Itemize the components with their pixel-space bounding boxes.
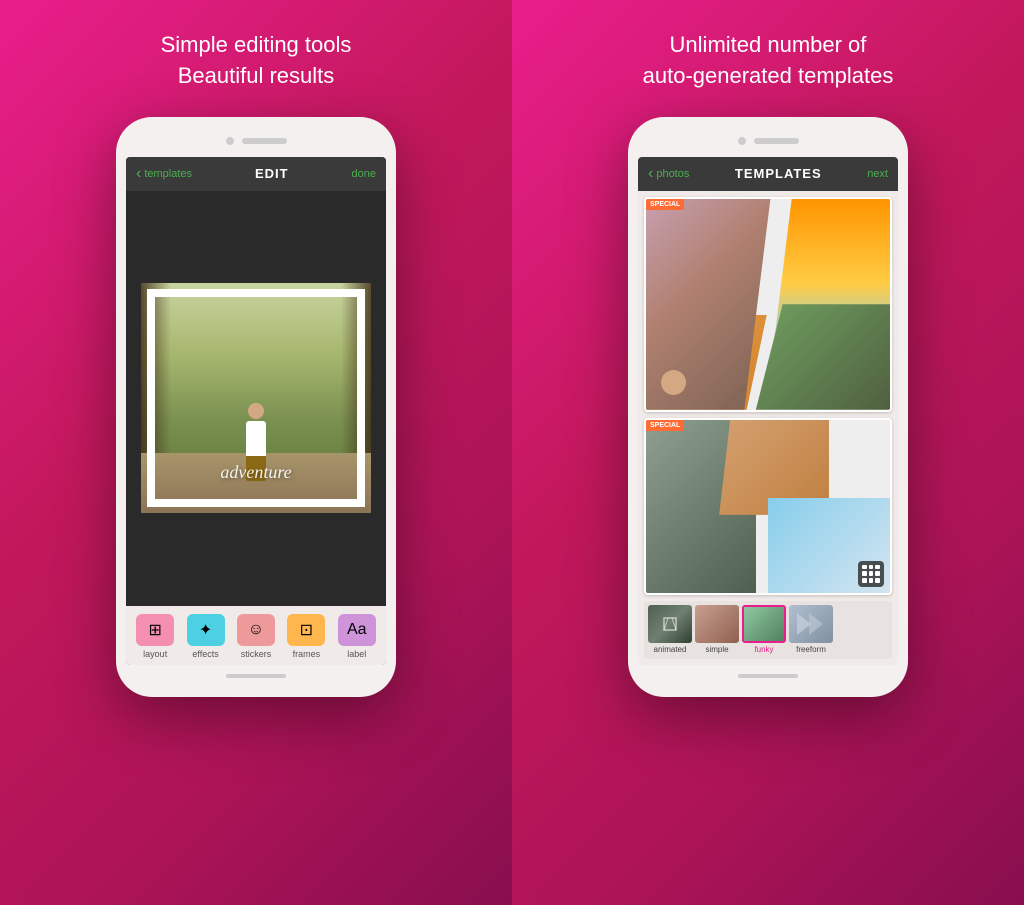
templates-content: SPECIAL: [638, 191, 898, 665]
thumb-simple[interactable]: simple: [695, 605, 739, 655]
figure-body: [246, 421, 266, 456]
tool-stickers[interactable]: ☺ stickers: [235, 614, 277, 659]
thumb-freeform-label: freeform: [796, 645, 826, 654]
grid-dot: [869, 571, 874, 576]
left-action-btn[interactable]: done: [352, 168, 376, 180]
left-toolbar: ⊞ layout ✦ effects ☺ stickers ⊡ frames A…: [126, 606, 386, 665]
label-icon: Aa: [338, 614, 376, 646]
thumb-freeform-bg: [789, 605, 833, 643]
thumb-freeform[interactable]: freeform: [789, 605, 833, 655]
grid-dot: [875, 565, 880, 570]
photo-collage[interactable]: adventure: [141, 283, 371, 513]
thumb-simple-label: simple: [705, 645, 728, 654]
layout-icon: ⊞: [136, 614, 174, 646]
thumb-funky-label: funky: [754, 645, 773, 654]
stickers-label: stickers: [241, 649, 272, 659]
camera-right: [738, 137, 746, 145]
figure: [241, 403, 271, 483]
template2-layout: [646, 420, 890, 593]
figure-head: [248, 403, 264, 419]
template-card-2[interactable]: SPECIAL: [644, 418, 892, 595]
grid-dot: [862, 571, 867, 576]
layout-label: layout: [143, 649, 167, 659]
tool-layout[interactable]: ⊞ layout: [134, 614, 176, 659]
phone-bottom-left: [126, 669, 386, 683]
tool-label[interactable]: Aa label: [336, 614, 378, 659]
template-card-1[interactable]: SPECIAL: [644, 197, 892, 412]
grid-dot: [875, 571, 880, 576]
right-title: Unlimited number of auto-generated templ…: [643, 30, 894, 92]
left-title: Simple editing tools Beautiful results: [161, 30, 352, 92]
speaker-right: [754, 138, 799, 144]
grid-dot: [862, 565, 867, 570]
label-label: label: [347, 649, 366, 659]
left-phone: templates EDIT done: [116, 117, 396, 697]
right-screen-bar: photos TEMPLATES next: [638, 157, 898, 191]
home-indicator-right: [738, 674, 798, 678]
right-screen: photos TEMPLATES next SPECIAL: [638, 157, 898, 665]
right-panel: Unlimited number of auto-generated templ…: [512, 0, 1024, 905]
figure-legs: [246, 456, 266, 481]
special-badge-1: SPECIAL: [646, 199, 684, 210]
left-back-btn[interactable]: templates: [136, 165, 192, 183]
thumbnail-row: animated simple funky: [644, 601, 892, 659]
grid-dot: [875, 578, 880, 583]
chevron-icon: [789, 605, 833, 643]
thumb-animated-label: animated: [654, 645, 687, 654]
adventure-bg: adventure: [141, 283, 371, 513]
template1-layout: [646, 199, 890, 410]
effects-label: effects: [192, 649, 218, 659]
girl-back-cell: [756, 304, 890, 410]
thumb-animated[interactable]: animated: [648, 605, 692, 655]
grid-dot: [869, 565, 874, 570]
tool-frames[interactable]: ⊡ frames: [285, 614, 327, 659]
thumb-freeform-img: [789, 605, 833, 643]
grid-dot: [869, 578, 874, 583]
grid-dot: [862, 578, 867, 583]
right-screen-title: TEMPLATES: [735, 166, 822, 181]
tool-effects[interactable]: ✦ effects: [185, 614, 227, 659]
grid-icon-btn[interactable]: [858, 561, 884, 587]
home-indicator-left: [226, 674, 286, 678]
frames-label: frames: [293, 649, 321, 659]
special-badge-2: SPECIAL: [646, 420, 684, 431]
right-back-btn[interactable]: photos: [648, 165, 689, 183]
right-action-btn[interactable]: next: [867, 168, 888, 180]
phone-bottom-right: [638, 669, 898, 683]
triangle-icon: [660, 616, 680, 632]
frames-icon: ⊡: [287, 614, 325, 646]
left-screen-title: EDIT: [255, 166, 289, 181]
left-photo-area: adventure: [126, 191, 386, 606]
right-phone: photos TEMPLATES next SPECIAL: [628, 117, 908, 697]
thumb-funky-img: [742, 605, 786, 643]
effects-icon: ✦: [187, 614, 225, 646]
stickers-icon: ☺: [237, 614, 275, 646]
speaker-left: [242, 138, 287, 144]
phone-top-left: [126, 131, 386, 151]
thumb-funky[interactable]: funky: [742, 605, 786, 655]
left-panel: Simple editing tools Beautiful results t…: [0, 0, 512, 905]
camera-left: [226, 137, 234, 145]
thumb-simple-bg: [695, 605, 739, 643]
thumb-animated-img: [648, 605, 692, 643]
left-screen-bar: templates EDIT done: [126, 157, 386, 191]
thumb-simple-img: [695, 605, 739, 643]
phone-top-right: [638, 131, 898, 151]
thumb-animated-bg: [648, 605, 692, 643]
left-screen: templates EDIT done: [126, 157, 386, 665]
thumb-funky-bg: [744, 607, 784, 641]
